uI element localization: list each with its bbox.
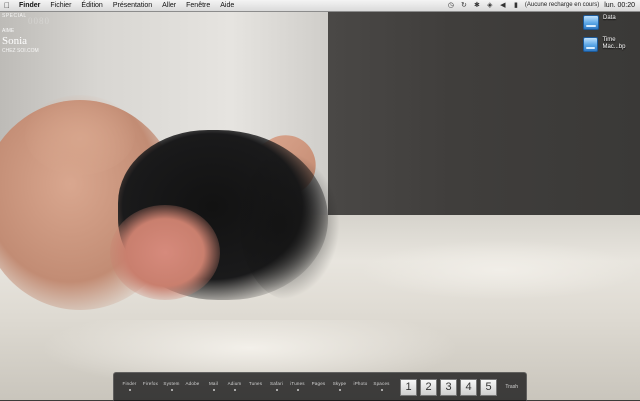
dock-item-mail[interactable]: Mail [203, 381, 224, 391]
desktop-widget: SPECIAL 0080 AIME Sonia CHEZ SOI.COM [2, 13, 49, 54]
dock-item-trash[interactable]: Trash [505, 384, 518, 390]
dock-item-system[interactable]: System [161, 381, 182, 391]
wallpaper-figure-face [110, 205, 220, 300]
dock-item-label: Tunes [248, 381, 263, 386]
space-1-button[interactable]: 1 [400, 378, 417, 396]
menu-aller[interactable]: Aller [157, 0, 181, 11]
menu-finder[interactable]: Finder [14, 0, 45, 11]
dock-item-tunes[interactable]: Tunes [245, 381, 266, 391]
dock-item-label: Firefox [142, 381, 159, 386]
widget-aime: AIME [2, 28, 15, 34]
menu-aide[interactable]: Aide [215, 0, 239, 11]
space-4-button[interactable]: 4 [460, 378, 477, 396]
dock-item-label: Pages [311, 381, 326, 386]
dock-item-label: Adium [227, 381, 242, 386]
dock-item-label: Skype [332, 381, 347, 386]
volume-icon[interactable]: ◀ [499, 0, 507, 11]
running-indicator [296, 389, 299, 391]
wifi-icon[interactable]: ◈ [486, 0, 494, 11]
widget-code: 0080 [28, 16, 50, 26]
space-2-button[interactable]: 2 [420, 378, 437, 396]
running-indicator [380, 389, 383, 391]
drive-icon [583, 15, 599, 30]
menu-edition[interactable]: Édition [76, 0, 107, 11]
dock: Finder Firefox System Adobe Mail Adium T… [113, 372, 527, 401]
dock-item-firefox[interactable]: Firefox [140, 381, 161, 391]
space-5-button[interactable]: 5 [480, 378, 497, 396]
wallpaper-figure-shoulder [25, 95, 135, 175]
wallpaper-bed-fold [360, 240, 640, 300]
drive-icon [583, 37, 599, 52]
bluetooth-icon[interactable]: ✱ [473, 0, 481, 11]
dock-item-label: Mail [208, 381, 219, 386]
dock-item-itunes[interactable]: iTunes [287, 381, 308, 391]
widget-subtitle: CHEZ SOI.COM [2, 48, 39, 54]
dock-item-adium[interactable]: Adium [224, 381, 245, 391]
dock-item-label: Spaces [373, 381, 390, 386]
dock-item-label: Finder [122, 381, 137, 386]
menu-bar:  Finder Fichier Édition Présentation Al… [0, 0, 640, 12]
dock-item-finder[interactable]: Finder [119, 381, 140, 391]
battery-status-text[interactable]: (Aucune recharge en cours) [525, 0, 599, 11]
menu-fenetre[interactable]: Fenêtre [181, 0, 215, 11]
sync-icon[interactable]: ↻ [460, 0, 468, 11]
desktop-icon-data[interactable]: Data [583, 15, 639, 30]
desktop-icon-label: Time Mac...bp [602, 37, 626, 50]
running-indicator [170, 389, 173, 391]
battery-icon[interactable]: ▮ [512, 0, 520, 11]
desktop-wallpaper [0, 0, 640, 400]
dock-item-iphoto[interactable]: iPhoto [350, 381, 371, 391]
dock-item-adobe[interactable]: Adobe [182, 381, 203, 391]
dock-item-skype[interactable]: Skype [329, 381, 350, 391]
dock-item-label: iTunes [290, 381, 305, 386]
desktop-icon-time-machine[interactable]: Time Mac...bp [583, 37, 639, 52]
dock-item-safari[interactable]: Safari [266, 381, 287, 391]
wallpaper-figure-hair [240, 150, 340, 300]
dock-item-spaces[interactable]: Spaces [371, 381, 392, 391]
apple-icon[interactable]:  [0, 0, 14, 11]
menu-fichier[interactable]: Fichier [45, 0, 76, 11]
running-indicator [338, 389, 341, 391]
running-indicator [275, 389, 278, 391]
spaces-switcher: 1 2 3 4 5 [400, 378, 497, 396]
running-indicator [233, 389, 236, 391]
menu-extras: ◷ ↻ ✱ ◈ ◀ ▮ (Aucune recharge en cours) l… [447, 0, 640, 11]
clock-icon[interactable]: ◷ [447, 0, 455, 11]
dock-apps: Finder Firefox System Adobe Mail Adium T… [114, 381, 392, 391]
dock-item-label: System [163, 381, 180, 386]
desktop-icon-label: Data [603, 15, 616, 21]
running-indicator [212, 389, 215, 391]
dock-item-label: iPhoto [353, 381, 368, 386]
space-3-button[interactable]: 3 [440, 378, 457, 396]
dock-item-label: Adobe [185, 381, 200, 386]
dock-item-label: Safari [270, 381, 283, 386]
menu-clock[interactable]: lun. 00:20 [604, 0, 635, 11]
widget-name: Sonia [2, 35, 28, 47]
running-indicator [128, 389, 131, 391]
dock-item-pages[interactable]: Pages [308, 381, 329, 391]
menu-presentation[interactable]: Présentation [108, 0, 157, 11]
